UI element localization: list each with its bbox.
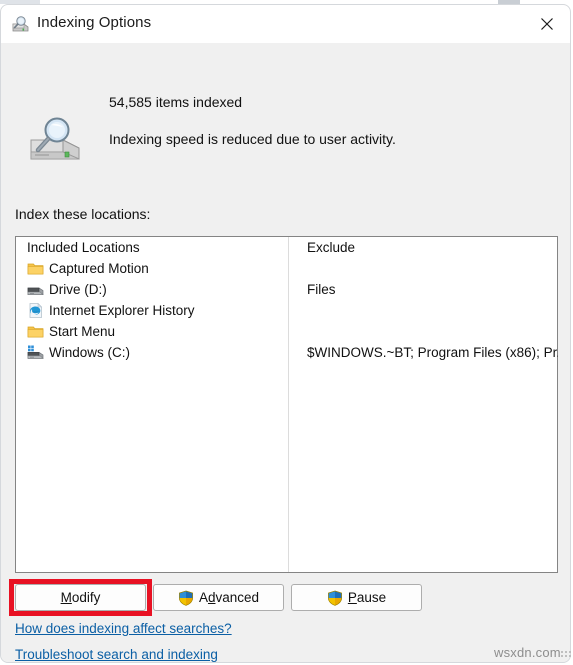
exclude-value: Files (307, 282, 336, 297)
indexing-options-dialog: Indexing Options 54,585 items indexed In… (0, 4, 571, 663)
list-item[interactable]: Captured Motion (16, 258, 288, 279)
advanced-button[interactable]: Advanced (153, 584, 284, 611)
link-how-does-indexing-affect-searches[interactable]: How does indexing affect searches? (15, 621, 232, 636)
list-item-label: Internet Explorer History (49, 303, 195, 318)
advanced-label-post: vanced (215, 590, 260, 605)
column-header-exclude: Exclude (307, 240, 356, 255)
titlebar: Indexing Options (1, 5, 570, 43)
indexing-options-icon (11, 15, 31, 33)
modify-label: odify (71, 590, 101, 605)
drive-search-icon (27, 114, 83, 166)
list-item-label: Windows (C:) (49, 345, 131, 360)
included-locations-column: Included Locations Captured Motion Drive… (16, 237, 288, 363)
list-item-label: Captured Motion (49, 261, 149, 276)
list-item[interactable]: Drive (D:) (16, 279, 288, 300)
page-title: Indexing Options (37, 14, 152, 31)
internet-explorer-icon (27, 302, 44, 319)
indexed-locations-listbox[interactable]: Included Locations Captured Motion Drive… (15, 236, 558, 573)
close-icon[interactable] (524, 5, 570, 43)
exclude-value (289, 300, 558, 321)
modify-accel: M (60, 590, 72, 605)
exclude-value (289, 258, 558, 279)
exclude-column: Exclude Files $WINDOWS.~BT; Program File… (289, 237, 558, 363)
watermark: wsxdn.com (494, 645, 561, 660)
list-item[interactable]: Windows (C:) (16, 342, 288, 363)
folder-icon (27, 260, 44, 277)
uac-shield-icon (178, 590, 194, 606)
folder-icon (27, 323, 44, 340)
advanced-label-pre: A (198, 590, 208, 605)
drive-icon (27, 281, 44, 298)
column-header-included: Included Locations (27, 240, 140, 255)
pause-label: ause (356, 590, 387, 605)
dialog-body: 54,585 items indexed Indexing speed is r… (1, 43, 570, 662)
pause-accel: P (347, 590, 357, 605)
pause-button[interactable]: Pause (291, 584, 422, 611)
watermark-dots (560, 650, 571, 659)
windows-drive-icon (27, 344, 44, 361)
uac-shield-icon (327, 590, 343, 606)
list-item[interactable]: Internet Explorer History (16, 300, 288, 321)
items-indexed-count: 54,585 items indexed (109, 94, 243, 110)
modify-button[interactable]: Modify (15, 584, 146, 611)
list-item[interactable]: Start Menu (16, 321, 288, 342)
list-item-label: Start Menu (49, 324, 116, 339)
index-locations-label: Index these locations: (15, 206, 151, 222)
link-troubleshoot-search-and-indexing[interactable]: Troubleshoot search and indexing (15, 647, 218, 662)
list-item-label: Drive (D:) (49, 282, 107, 297)
exclude-value (289, 321, 558, 342)
exclude-value: $WINDOWS.~BT; Program Files (x86); Pr... (307, 345, 558, 360)
indexing-status-message: Indexing speed is reduced due to user ac… (109, 131, 396, 147)
